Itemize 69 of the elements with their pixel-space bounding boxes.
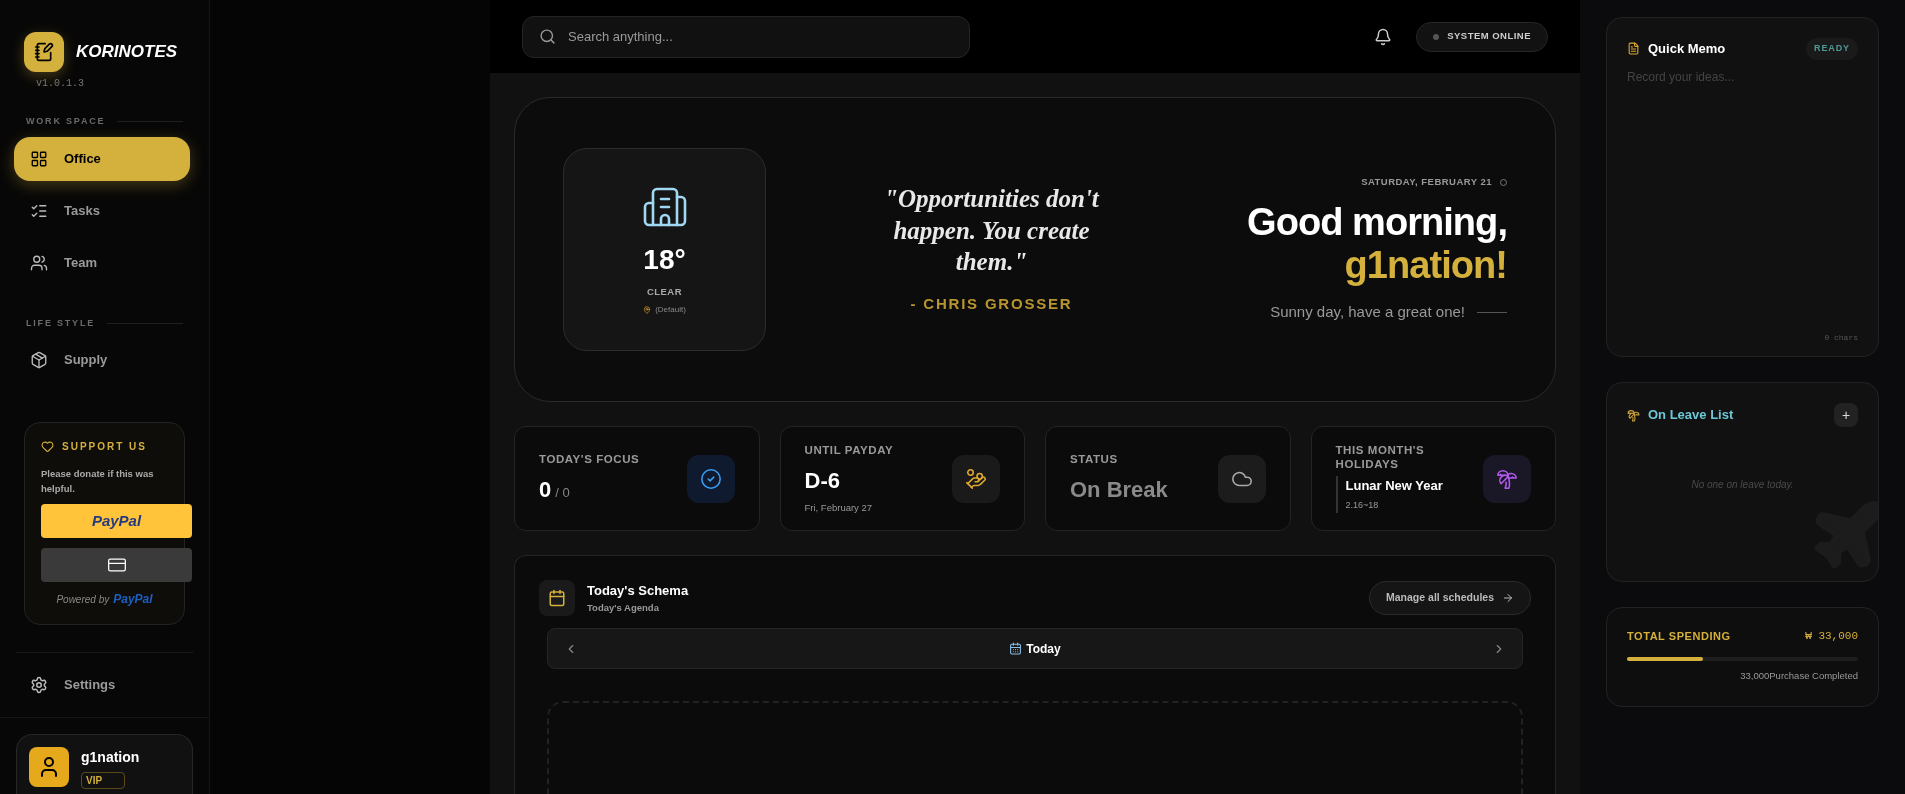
notification-bell-icon[interactable]: [1374, 27, 1393, 46]
arrow-right-icon: [1502, 592, 1514, 604]
spending-title: TOTAL SPENDING: [1627, 629, 1731, 644]
date-label: SATURDAY, FEBRUARY 21: [1361, 175, 1492, 190]
nav-item[interactable]: Supply: [14, 338, 190, 382]
stat-label: UNTIL PAYDAY: [804, 443, 894, 459]
card-payment-button[interactable]: [41, 548, 192, 583]
schedule-title: Today's Schema: [587, 582, 689, 601]
palm-tree-icon: [1483, 454, 1531, 503]
search-bar[interactable]: Search anything...: [522, 15, 970, 58]
weather-condition: CLEAR: [646, 285, 683, 300]
stat-sub: Fri, February 27: [804, 500, 874, 515]
cloud-icon: [1217, 454, 1266, 503]
team-icon: [30, 253, 48, 272]
holiday-dates: 2.16~18: [1345, 499, 1380, 513]
brand-name: KORINOTES: [76, 41, 178, 64]
quote-author: - CHRIS GROSSER: [910, 294, 1073, 315]
day-label: Today: [1026, 640, 1061, 658]
system-status-pill: SYSTEM ONLINE: [1416, 21, 1548, 52]
vip-badge: VIP: [81, 772, 125, 789]
support-title: SUPPORT US: [62, 440, 147, 454]
spending-amount: ₩ 33,000: [1805, 629, 1858, 644]
heart-icon: [41, 440, 54, 453]
stat-total: / 0: [555, 483, 570, 502]
calendar-icon: [539, 580, 575, 616]
quote-text: "Opportunities don't happen. You create them.": [883, 184, 1101, 277]
nav-item[interactable]: Team: [14, 240, 190, 285]
settings-icon: [30, 676, 48, 694]
memo-icon: [1627, 42, 1640, 56]
user-card[interactable]: g1nation VIP: [16, 734, 193, 794]
pin-icon: [643, 305, 652, 314]
user-greeting-name: g1nation!: [1344, 243, 1507, 289]
weather-location: (Default): [655, 303, 686, 316]
grid-icon: [30, 149, 48, 168]
holiday-name: Lunar New Year: [1345, 476, 1444, 495]
greeting-line: Good morning,: [1247, 201, 1507, 244]
section-heading: WORK SPACE: [26, 115, 106, 128]
search-field[interactable]: Search anything...: [568, 26, 953, 47]
memo-title: Quick Memo: [1648, 40, 1726, 58]
stat-label: STATUS: [1070, 452, 1119, 468]
stat-value: On Break: [1070, 475, 1168, 504]
schedule-subtitle: Today's Agenda: [587, 600, 660, 615]
paypal-button[interactable]: PayPal: [41, 504, 192, 539]
add-leave-button[interactable]: +: [1834, 403, 1858, 427]
stat-label: THIS MONTH'S HOLIDAYS: [1335, 444, 1426, 472]
notebook-logo-icon: [24, 32, 64, 72]
section-heading: LIFE STYLE: [26, 316, 95, 330]
nav-item[interactable]: Tasks: [14, 188, 190, 233]
manage-schedules-button[interactable]: Manage all schedules: [1369, 581, 1531, 615]
stat-label: TODAY'S FOCUS: [539, 452, 640, 468]
greeting-subtitle: Sunny day, have a great one!: [1270, 302, 1465, 323]
stat-value: D-6: [804, 466, 841, 495]
temperature: 18°: [643, 243, 686, 278]
settings-item[interactable]: Settings: [14, 665, 195, 705]
version-label: v1.0.1.3: [36, 77, 85, 91]
paypal-brand-text: PayPal: [113, 591, 153, 609]
search-icon: [539, 28, 556, 45]
ready-badge: READY: [1806, 38, 1858, 60]
box-icon: [30, 351, 48, 369]
user-name: g1nation: [81, 748, 140, 767]
spending-note: 33,000Purchase Completed: [1740, 668, 1858, 683]
nav-item[interactable]: Office: [14, 136, 190, 181]
leave-title: On Leave List: [1648, 406, 1734, 425]
powered-by-text: Powered by: [56, 592, 110, 607]
support-text: Please donate if this was helpful.: [41, 467, 155, 497]
stat-value: 0: [539, 475, 552, 504]
calendar-small-icon: [1009, 642, 1023, 655]
avatar: [29, 747, 69, 787]
palm-tree-icon: [1627, 408, 1640, 422]
